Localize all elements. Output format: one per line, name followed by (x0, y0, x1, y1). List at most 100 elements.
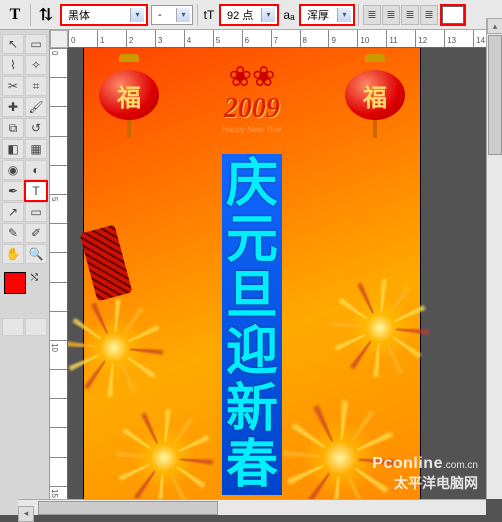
subtitle-text: Happy New Year (222, 125, 282, 134)
ruler-tick (50, 106, 67, 135)
ruler-tick: 10 (357, 30, 386, 47)
divider (358, 4, 359, 26)
align-top-button[interactable]: ≣ (363, 5, 381, 25)
align-middle-button[interactable]: ≣ (382, 5, 400, 25)
quickmask-mode-button[interactable] (25, 318, 47, 336)
firework-graphic (68, 298, 164, 398)
path-select-tool[interactable]: ↗ (2, 202, 24, 222)
vertical-text-block[interactable]: 庆元旦迎新春 (222, 154, 282, 495)
font-family-value: 黑体 (64, 7, 130, 23)
ruler-tick: 5 (50, 194, 67, 223)
vertical-char: 元 (226, 212, 278, 268)
history-brush-tool[interactable]: ↺ (25, 118, 47, 138)
ruler-tick: 8 (300, 30, 329, 47)
ruler-tick (50, 311, 67, 340)
workspace: ↖▭⌇✧✂⌗✚🖌⧉↺◧▦◉◐✒T↗▭✎✐✋🔍 ⤭ 012345678910111… (0, 30, 502, 515)
font-size-icon: tT (202, 8, 216, 22)
font-style-dropdown[interactable]: - ▾ (151, 5, 193, 25)
firework-graphic (280, 398, 400, 515)
pen-tool[interactable]: ✒ (2, 181, 24, 201)
ornament-center: ❀❀ 2009 Happy New Year (222, 60, 282, 134)
gradient-tool[interactable]: ▦ (25, 139, 47, 159)
font-size-dropdown[interactable]: 92 点 ▾ (220, 5, 278, 25)
ornament-icon: ❀❀ (222, 60, 282, 93)
ruler-tick: 3 (155, 30, 184, 47)
eyedropper-tool[interactable]: ✐ (25, 223, 47, 243)
year-text: 2009 (222, 93, 282, 125)
text-align-group: ≣ ≣ ≣ ≣ (363, 5, 438, 25)
ruler-tick (50, 427, 67, 456)
ruler-tick: 2 (126, 30, 155, 47)
vertical-char: 庆 (226, 156, 278, 212)
vertical-char: 迎 (226, 324, 278, 380)
lantern-left: 福 (94, 54, 164, 132)
text-color-swatch[interactable] (442, 6, 464, 24)
anti-alias-dropdown[interactable]: 浑厚 ▾ (300, 5, 354, 25)
standard-mode-button[interactable] (2, 318, 24, 336)
vertical-char: 旦 (226, 268, 278, 324)
notes-tool[interactable]: ✎ (2, 223, 24, 243)
ruler-tick: 0 (50, 48, 67, 77)
ruler-tick: 13 (444, 30, 473, 47)
scroll-thumb[interactable] (38, 501, 218, 515)
blur-tool[interactable]: ◉ (2, 160, 24, 180)
scrollbar-horizontal[interactable]: ◂ (18, 499, 486, 515)
active-tool-icon: T (4, 4, 26, 26)
ruler-tick (50, 165, 67, 194)
chevron-down-icon: ▾ (176, 8, 190, 22)
ruler-tick: 7 (271, 30, 300, 47)
canvas-area: 01234567891011121314 051015 福 福 (50, 30, 502, 515)
font-family-dropdown[interactable]: 黑体 ▾ (61, 5, 147, 25)
eraser-tool[interactable]: ◧ (2, 139, 24, 159)
chevron-down-icon: ▾ (130, 8, 144, 22)
vertical-char: 新 (226, 381, 278, 437)
magic-wand-tool[interactable]: ✧ (25, 55, 47, 75)
dodge-tool[interactable]: ◐ (25, 160, 47, 180)
ruler-tick: 9 (328, 30, 357, 47)
hand-tool[interactable]: ✋ (2, 244, 24, 264)
crop-tool[interactable]: ✂ (2, 76, 24, 96)
document-canvas[interactable]: 福 福 ❀❀ 2009 Happy New Year (68, 48, 502, 515)
type-options-bar: T ⇅ 黑体 ▾ - ▾ tT 92 点 ▾ aₐ 浑厚 ▾ ≣ ≣ ≣ ≣ (0, 0, 502, 30)
brush-tool[interactable]: 🖌 (25, 97, 47, 117)
ruler-tick (50, 136, 67, 165)
lantern-char: 福 (363, 78, 387, 113)
chevron-down-icon: ▾ (261, 8, 275, 22)
slice-tool[interactable]: ⌗ (25, 76, 47, 96)
healing-brush-tool[interactable]: ✚ (2, 97, 24, 117)
firework-graphic (114, 408, 214, 508)
ruler-tick: 5 (213, 30, 242, 47)
text-orientation-button[interactable]: ⇅ (35, 4, 57, 26)
swap-colors-icon[interactable]: ⤭ (31, 272, 38, 283)
stamp-tool[interactable]: ⧉ (2, 118, 24, 138)
font-size-value: 92 点 (223, 7, 261, 23)
shape-tool[interactable]: ▭ (25, 202, 47, 222)
ruler-tick (50, 457, 67, 486)
anti-alias-icon: aₐ (282, 8, 296, 22)
ruler-tick (50, 282, 67, 311)
ruler-tick (50, 252, 67, 281)
tools-panel: ↖▭⌇✧✂⌗✚🖌⧉↺◧▦◉◐✒T↗▭✎✐✋🔍 ⤭ (0, 30, 50, 515)
ruler-tick: 10 (50, 340, 67, 369)
ruler-tick: 1 (97, 30, 126, 47)
scroll-left-button[interactable]: ◂ (18, 506, 34, 522)
ruler-corner (50, 30, 68, 48)
type-tool[interactable]: T (25, 181, 47, 201)
ruler-tick (50, 398, 67, 427)
align-justify-button[interactable]: ≣ (420, 5, 438, 25)
zoom-tool[interactable]: 🔍 (25, 244, 47, 264)
lasso-tool[interactable]: ⌇ (2, 55, 24, 75)
move-tool[interactable]: ↖ (2, 34, 24, 54)
chevron-down-icon: ▾ (337, 8, 351, 22)
ruler-tick: 11 (386, 30, 415, 47)
scrollbar-vertical[interactable]: ▴ (486, 18, 502, 499)
scroll-thumb[interactable] (488, 35, 502, 155)
ruler-horizontal: 01234567891011121314 (68, 30, 502, 48)
firework-graphic (330, 278, 430, 378)
scroll-up-button[interactable]: ▴ (487, 18, 502, 34)
font-style-value: - (154, 9, 176, 21)
marquee-tool[interactable]: ▭ (25, 34, 47, 54)
foreground-color-swatch[interactable] (4, 272, 26, 294)
ruler-tick (50, 223, 67, 252)
align-bottom-button[interactable]: ≣ (401, 5, 419, 25)
